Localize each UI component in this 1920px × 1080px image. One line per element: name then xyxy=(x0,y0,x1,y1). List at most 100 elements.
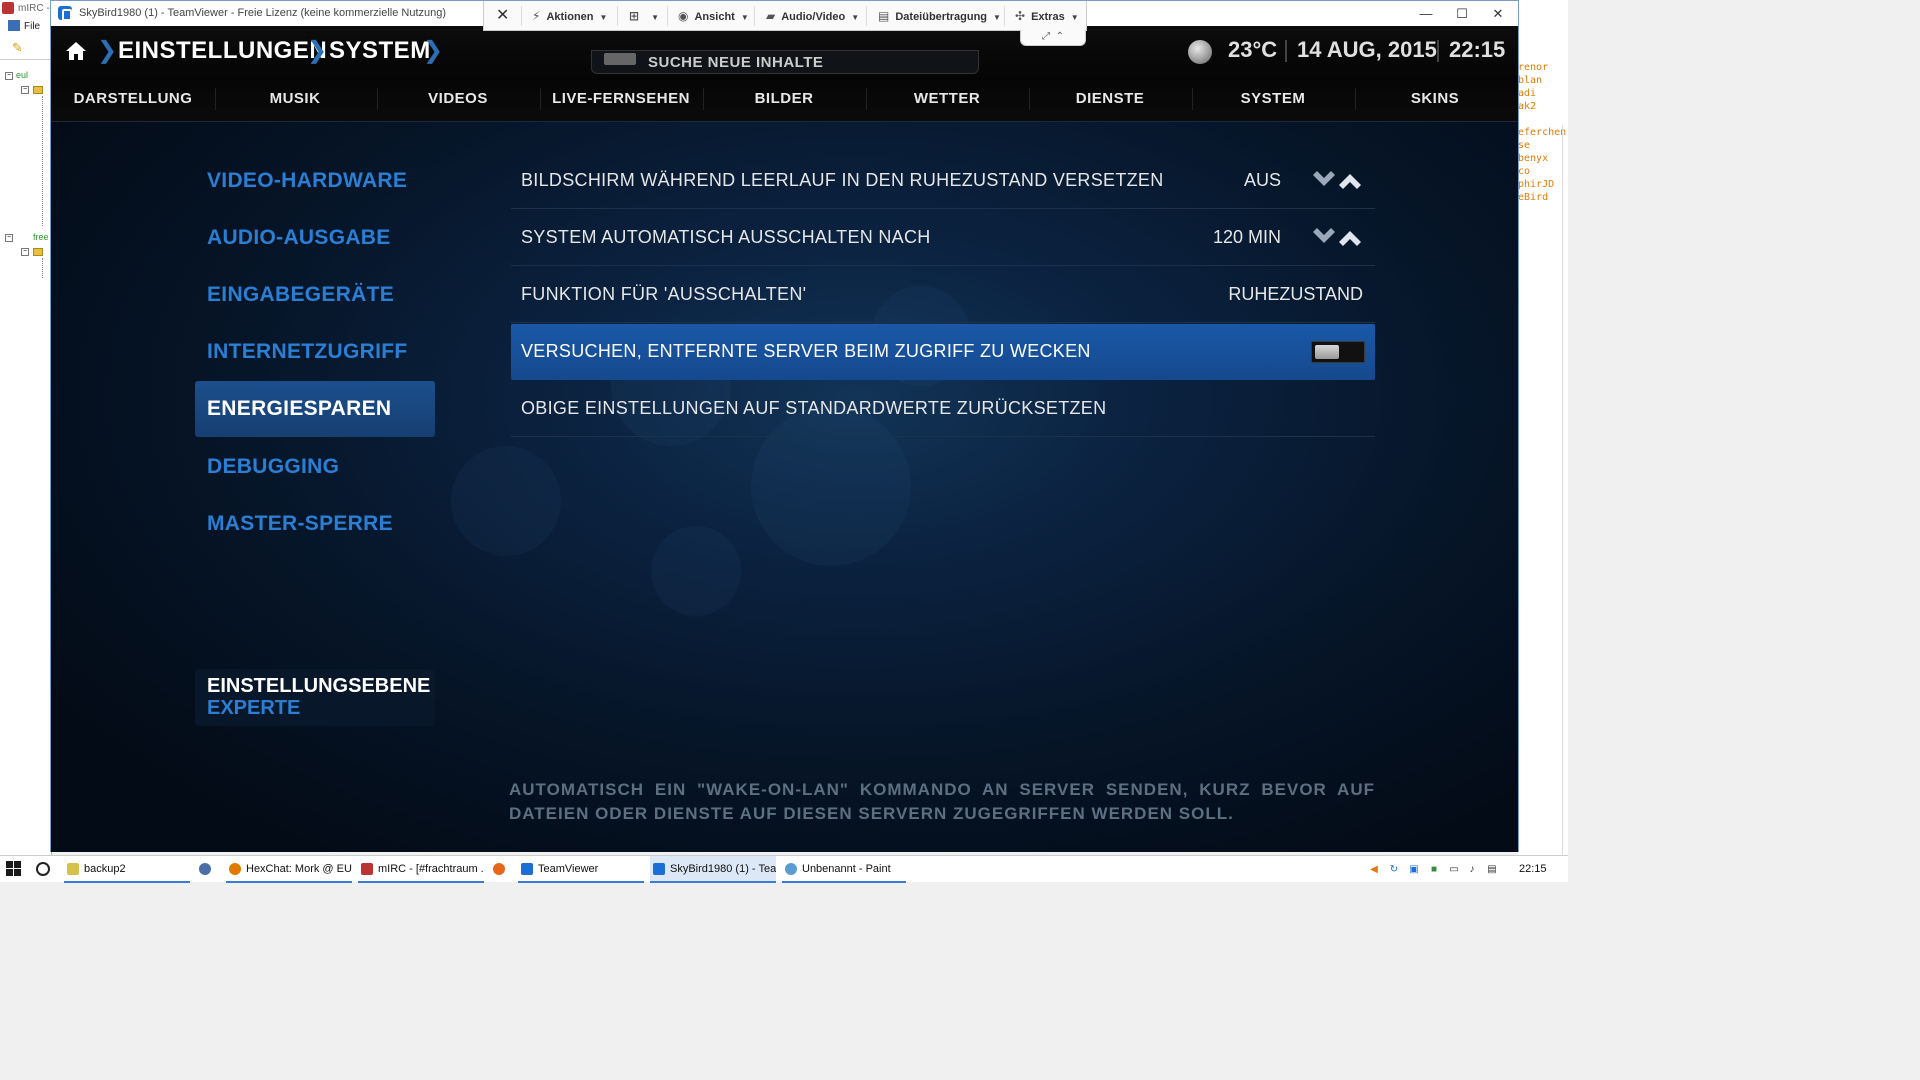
nick-item[interactable]: blan xyxy=(1518,75,1542,86)
nvidia-icon[interactable]: ■ xyxy=(1428,864,1440,875)
network-icon[interactable]: ▭ xyxy=(1448,864,1460,875)
breadcrumb-separator-icon: ❯ xyxy=(423,37,444,64)
menu-audio-output[interactable]: AUDIO-AUSGABE xyxy=(195,210,435,266)
menu-power-saving[interactable]: ENERGIESPAREN xyxy=(195,381,435,437)
collapse-icon[interactable]: − xyxy=(5,234,13,242)
taskbar-hexchat[interactable]: HexChat: Mork @ EUl... xyxy=(226,856,352,883)
minimize-button[interactable]: — xyxy=(1408,1,1444,26)
dropdown-icon: ▼ xyxy=(740,13,749,22)
taskbar-clock[interactable]: 22:15 xyxy=(1519,863,1547,875)
mirc-window: mIRC - File ✎ − eul − − free − xyxy=(0,0,52,855)
taskbar-teamviewer[interactable]: TeamViewer xyxy=(518,856,644,883)
toolbar-audio-video[interactable]: ▰ Audio/Video ▼ xyxy=(766,1,859,31)
fullscreen-icon[interactable]: ⤢ xyxy=(1042,31,1050,42)
category-dienste[interactable]: DIENSTE xyxy=(1035,90,1185,107)
taskbar-backup2[interactable]: backup2 xyxy=(64,856,190,883)
toggle-switch[interactable] xyxy=(1311,341,1365,363)
nick-item[interactable]: co xyxy=(1518,166,1530,177)
menu-video-hardware[interactable]: VIDEO-HARDWARE xyxy=(195,153,435,209)
toolbar-extras[interactable]: ✣ Extras ▼ xyxy=(1015,1,1079,31)
nick-item[interactable]: adi xyxy=(1518,88,1536,99)
cortana-search-icon[interactable] xyxy=(36,862,50,876)
toggle-knob xyxy=(1315,345,1339,359)
teamviewer-tray-icon[interactable]: ▣ xyxy=(1408,864,1420,875)
setting-reset-defaults[interactable]: OBIGE EINSTELLUNGEN AUF STANDARDWERTE ZU… xyxy=(511,381,1375,437)
breadcrumb-settings[interactable]: EINSTELLUNGEN xyxy=(118,37,327,65)
nick-item[interactable]: phirJD xyxy=(1518,179,1554,190)
windows-taskbar: backup2 HexChat: Mork @ EUl... mIRC - [#… xyxy=(0,855,1568,883)
teamviewer-icon xyxy=(58,6,72,21)
category-musik[interactable]: MUSIK xyxy=(220,90,370,107)
nick-item[interactable]: eBird xyxy=(1518,192,1548,203)
bokeh-decoration xyxy=(451,446,561,556)
setting-screen-idle[interactable]: BILDSCHIRM WÄHREND LEERLAUF IN DEN RUHEZ… xyxy=(511,153,1375,209)
toolbar-file-transfer[interactable]: ▤ Dateiübertragung ▼ xyxy=(878,1,1001,31)
menu-master-lock[interactable]: MASTER-SPERRE xyxy=(195,496,435,552)
nick-item[interactable]: eferchen xyxy=(1518,127,1566,138)
toolbar-windows[interactable]: ⊞ ▼ xyxy=(629,1,659,31)
tree-node-free[interactable]: free xyxy=(33,232,49,242)
taskbar-paint[interactable]: Unbenannt - Paint xyxy=(782,856,906,883)
category-divider xyxy=(703,88,704,110)
bokeh-decoration xyxy=(651,526,741,616)
toolbar-actions[interactable]: ⚡ Aktionen ▼ xyxy=(532,1,607,31)
puzzle-icon: ✣ xyxy=(1015,9,1026,23)
spinner-arrows[interactable] xyxy=(1311,226,1363,248)
nick-item[interactable]: benyx xyxy=(1518,153,1548,164)
menu-input-devices[interactable]: EINGABEGERÄTE xyxy=(195,267,435,323)
category-system[interactable]: SYSTEM xyxy=(1198,90,1348,107)
notifications-icon[interactable]: ▤ xyxy=(1486,864,1498,875)
close-window-button[interactable]: ✕ xyxy=(1480,1,1516,26)
taskbar-app[interactable] xyxy=(196,856,218,883)
nick-item[interactable]: ak2 xyxy=(1518,101,1536,112)
pencil-icon[interactable]: ✎ xyxy=(12,40,26,55)
category-darstellung[interactable]: DARSTELLUNG xyxy=(58,90,208,107)
paint-icon xyxy=(785,863,797,875)
nick-item[interactable]: renor xyxy=(1518,62,1548,73)
start-button[interactable] xyxy=(6,861,22,877)
category-divider xyxy=(1192,88,1193,110)
teamviewer-title: SkyBird1980 (1) - TeamViewer - Freie Liz… xyxy=(79,7,447,19)
spinner-arrows[interactable] xyxy=(1311,169,1363,191)
home-icon[interactable] xyxy=(65,40,86,60)
taskbar-skybird-session[interactable]: SkyBird1980 (1) - Tea... xyxy=(650,856,776,883)
settings-level-title: EINSTELLUNGSEBENE xyxy=(207,675,431,697)
taskbar-firefox[interactable] xyxy=(490,856,512,883)
tree-line xyxy=(42,96,43,226)
speaker-warning-icon[interactable]: ◀ xyxy=(1368,864,1380,875)
tree-node-eul[interactable]: eul xyxy=(16,70,28,80)
setting-shutdown-function[interactable]: FUNKTION FÜR 'AUSSCHALTEN' RUHEZUSTAND xyxy=(511,267,1375,323)
toolbar-view[interactable]: ◉ Ansicht ▼ xyxy=(678,1,749,31)
category-bilder[interactable]: BILDER xyxy=(709,90,859,107)
setting-value: 120 MIN xyxy=(1212,227,1281,247)
nick-item[interactable]: se xyxy=(1518,140,1530,151)
folder-icon xyxy=(33,86,43,94)
collapse-icon[interactable]: − xyxy=(21,248,29,256)
collapse-icon[interactable]: − xyxy=(21,86,29,94)
volume-icon[interactable]: ♪ xyxy=(1466,864,1478,875)
hexchat-icon xyxy=(229,863,241,875)
mirc-menu-file[interactable]: File xyxy=(0,18,51,34)
notepad-icon xyxy=(67,863,79,875)
maximize-button[interactable]: ☐ xyxy=(1444,1,1480,26)
category-divider xyxy=(866,88,867,110)
taskbar-mirc[interactable]: mIRC - [#frachtraum ... xyxy=(358,856,484,883)
menu-debugging[interactable]: DEBUGGING xyxy=(195,439,435,495)
category-skins[interactable]: SKINS xyxy=(1360,90,1510,107)
toolbar-divider xyxy=(1004,6,1005,26)
category-wetter[interactable]: WETTER xyxy=(872,90,1022,107)
menu-internet-access[interactable]: INTERNETZUGRIFF xyxy=(195,324,435,380)
category-videos[interactable]: VIDEOS xyxy=(383,90,533,107)
category-live-tv[interactable]: LIVE-FERNSEHEN xyxy=(546,90,696,107)
setting-auto-shutdown[interactable]: SYSTEM AUTOMATISCH AUSSCHALTEN NACH 120 … xyxy=(511,210,1375,266)
settings-level-value: EXPERTE xyxy=(207,697,301,719)
close-session-icon[interactable]: ✕ xyxy=(496,1,509,31)
setting-wake-servers[interactable]: VERSUCHEN, ENTFERNTE SERVER BEIM ZUGRIFF… xyxy=(511,324,1375,380)
breadcrumb-system[interactable]: SYSTEM xyxy=(329,37,431,65)
collapse-icon[interactable]: − xyxy=(5,72,13,80)
teamviewer-icon xyxy=(521,863,533,875)
collapse-toolbar-icon[interactable]: ⌃ xyxy=(1056,31,1064,42)
search-new-content-button[interactable]: SUCHE NEUE INHALTE xyxy=(591,50,979,74)
sync-icon[interactable]: ↻ xyxy=(1388,864,1400,875)
settings-level-button[interactable]: EINSTELLUNGSEBENE EXPERTE xyxy=(195,669,435,726)
